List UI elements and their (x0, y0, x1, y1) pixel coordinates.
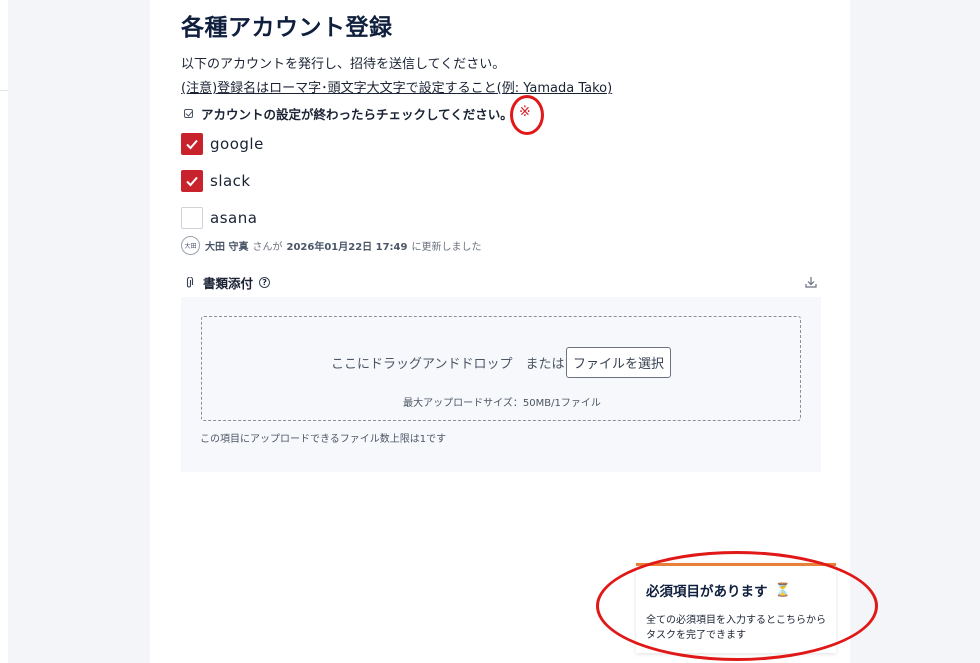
upload-area: ここにドラッグアンドドロップ または ファイルを選択 最大アップロードサイズ：5… (181, 297, 821, 472)
checkbox-row-slack[interactable]: slack (181, 170, 251, 192)
checklist-label-text: アカウントの設定が終わったらチェックしてください。 (201, 107, 513, 122)
annotation-circle-required (510, 95, 544, 135)
checkbox-slack[interactable] (181, 170, 203, 192)
page-note: (注意)登録名はローマ字･頭文字大文字で設定すること(例: Yamada Tak… (181, 81, 613, 96)
annotation-circle-toast (596, 551, 878, 661)
checkbox-label-slack: slack (210, 172, 251, 190)
upload-limit-text: この項目にアップロードできるファイル数上限は1です (200, 434, 447, 445)
update-suffix: に更新しました (411, 242, 482, 253)
sidebar-divider (0, 90, 8, 91)
checkbox-label-google: google (210, 135, 264, 153)
checkbox-row-asana[interactable]: asana (181, 207, 257, 229)
dropzone[interactable]: ここにドラッグアンドドロップ または ファイルを選択 最大アップロードサイズ：5… (201, 316, 801, 421)
drop-text: ここにドラッグアンドドロップ または (331, 357, 565, 372)
update-info: 大田 大田 守真 さんが 2026年01月22日 17:49 に更新しました (181, 236, 481, 255)
checkbox-asana[interactable] (181, 207, 203, 229)
attachment-header: 書類添付 ? (184, 273, 271, 292)
page-description: 以下のアカウントを発行し、招待を送信してください。 (181, 57, 506, 72)
download-icon[interactable] (804, 275, 818, 289)
checklist-icon (184, 109, 193, 118)
check-icon (186, 139, 198, 150)
checkbox-row-google[interactable]: google (181, 133, 264, 155)
attachment-label: 書類添付 (203, 276, 254, 291)
paperclip-icon (186, 276, 194, 287)
select-file-button[interactable]: ファイルを選択 (566, 347, 671, 378)
update-date: 2026年01月22日 17:49 (286, 242, 408, 253)
updater-san: さんが (252, 242, 283, 253)
help-circle-icon[interactable]: ? (259, 277, 271, 288)
avatar: 大田 (181, 236, 200, 255)
updater-name: 大田 守真 (205, 242, 249, 253)
check-icon (186, 176, 198, 187)
checkbox-google[interactable] (181, 133, 203, 155)
checklist-label: アカウントの設定が終わったらチェックしてください。 (184, 104, 513, 123)
max-size-text: 最大アップロードサイズ：50MB/1ファイル (403, 398, 601, 409)
checkbox-label-asana: asana (210, 209, 258, 227)
page-title: 各種アカウント登録 (181, 15, 393, 41)
left-sidebar-strip (0, 0, 8, 663)
